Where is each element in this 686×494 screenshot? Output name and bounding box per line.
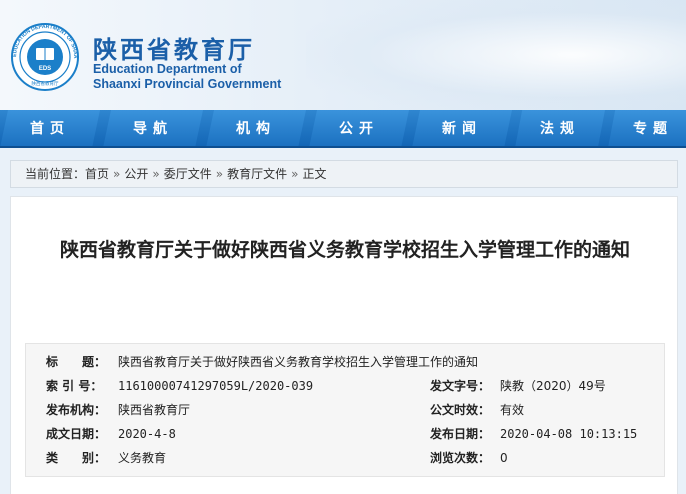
info-label-doc-number: 发文字号： bbox=[430, 379, 491, 393]
logo-center-text: EDS bbox=[39, 66, 51, 72]
breadcrumb-item-committee-documents[interactable]: 委厅文件 bbox=[164, 167, 212, 181]
info-label-title: 标 题： bbox=[46, 355, 107, 369]
info-label-issuer: 发布机构： bbox=[46, 403, 107, 417]
breadcrumb-prefix: 当前位置： bbox=[25, 167, 86, 181]
nav-item-disclosure[interactable]: 公开 bbox=[309, 110, 409, 146]
nav-item-label: 专题 bbox=[633, 121, 673, 137]
info-row-category: 类 别： 义务教育 浏览次数： 0 bbox=[26, 446, 666, 470]
info-label-published: 发布日期： bbox=[430, 427, 491, 441]
nav-item-guide[interactable]: 导航 bbox=[103, 110, 203, 146]
info-label-index: 索 引 号： bbox=[46, 379, 103, 393]
breadcrumb-item-current: 正文 bbox=[302, 167, 327, 181]
nav-item-label: 机构 bbox=[236, 121, 276, 137]
breadcrumb-item-home[interactable]: 首页 bbox=[85, 167, 109, 181]
info-row-title: 标 题： 陕西省教育厅关于做好陕西省义务教育学校招生入学管理工作的通知 bbox=[26, 350, 666, 374]
info-label-category: 类 别： bbox=[46, 451, 107, 465]
nav-item-regulations[interactable]: 法规 bbox=[515, 110, 605, 146]
info-label-views: 浏览次数： bbox=[430, 451, 491, 465]
breadcrumb-separator: » bbox=[152, 167, 160, 181]
breadcrumb-item-department-documents[interactable]: 教育厅文件 bbox=[227, 167, 287, 181]
nav-item-label: 公开 bbox=[339, 121, 379, 137]
nav-item-label: 新闻 bbox=[442, 121, 482, 137]
site-header: EDUCATION DEPARTMENT OF SHAANXI EDS 陕西省教… bbox=[0, 0, 686, 110]
info-value-category: 义务教育 bbox=[118, 451, 167, 465]
document-info-table: 标 题： 陕西省教育厅关于做好陕西省义务教育学校招生入学管理工作的通知 索 引 … bbox=[25, 343, 665, 477]
info-value-validity: 有效 bbox=[500, 403, 525, 417]
info-row-index: 索 引 号： 11610000741297059L/2020-039 发文字号：… bbox=[26, 374, 666, 398]
info-value-index: 11610000741297059L/2020-039 bbox=[118, 379, 314, 393]
site-name-english-line1: Education Department of bbox=[93, 62, 242, 76]
breadcrumb-separator: » bbox=[113, 167, 121, 181]
info-value-created: 2020-4-8 bbox=[118, 427, 176, 441]
header-decoration bbox=[306, 0, 686, 110]
nav-item-organization[interactable]: 机构 bbox=[206, 110, 306, 146]
info-row-issuer: 发布机构： 陕西省教育厅 公文时效： 有效 bbox=[26, 398, 666, 422]
breadcrumb-separator: » bbox=[215, 167, 224, 181]
breadcrumb: 当前位置：首页» 公开» 委厅文件» 教育厅文件» 正文 bbox=[10, 160, 678, 188]
article-title: 陕西省教育厅关于做好陕西省义务教育学校招生入学管理工作的通知 bbox=[59, 239, 630, 261]
info-value-title: 陕西省教育厅关于做好陕西省义务教育学校招生入学管理工作的通知 bbox=[118, 355, 479, 369]
nav-item-home[interactable]: 首页 bbox=[0, 110, 100, 146]
info-value-doc-number: 陕教（2020）49号 bbox=[500, 379, 606, 393]
breadcrumb-separator: » bbox=[291, 167, 299, 181]
nav-item-topics[interactable]: 专题 bbox=[608, 110, 686, 146]
nav-item-label: 导航 bbox=[133, 121, 173, 137]
nav-item-label: 法规 bbox=[540, 121, 580, 137]
nav-item-label: 首页 bbox=[30, 121, 70, 137]
info-label-created: 成文日期： bbox=[46, 427, 107, 441]
info-label-validity: 公文时效： bbox=[430, 403, 491, 417]
info-value-published: 2020-04-08 10:13:15 bbox=[500, 427, 638, 441]
site-name-english-line2: Shaanxi Provincial Government bbox=[93, 77, 282, 91]
education-department-logo[interactable]: EDUCATION DEPARTMENT OF SHAANXI EDS 陕西省教… bbox=[10, 22, 80, 92]
site-name-chinese[interactable]: 陕西省教育厅 bbox=[93, 30, 255, 65]
breadcrumb-item-disclosure[interactable]: 公开 bbox=[124, 167, 148, 181]
main-navigation: 首页 导航 机构 公开 新闻 法规 专题 bbox=[0, 110, 686, 148]
info-value-issuer: 陕西省教育厅 bbox=[118, 403, 191, 417]
logo-bottom-text: 陕西省教育厅 bbox=[32, 80, 59, 87]
info-value-views: 0 bbox=[500, 451, 508, 465]
article-container: 陕西省教育厅关于做好陕西省义务教育学校招生入学管理工作的通知 标 题： 陕西省教… bbox=[10, 196, 678, 494]
info-row-created: 成文日期： 2020-4-8 发布日期： 2020-04-08 10:13:15 bbox=[26, 422, 666, 446]
nav-item-news[interactable]: 新闻 bbox=[412, 110, 512, 146]
